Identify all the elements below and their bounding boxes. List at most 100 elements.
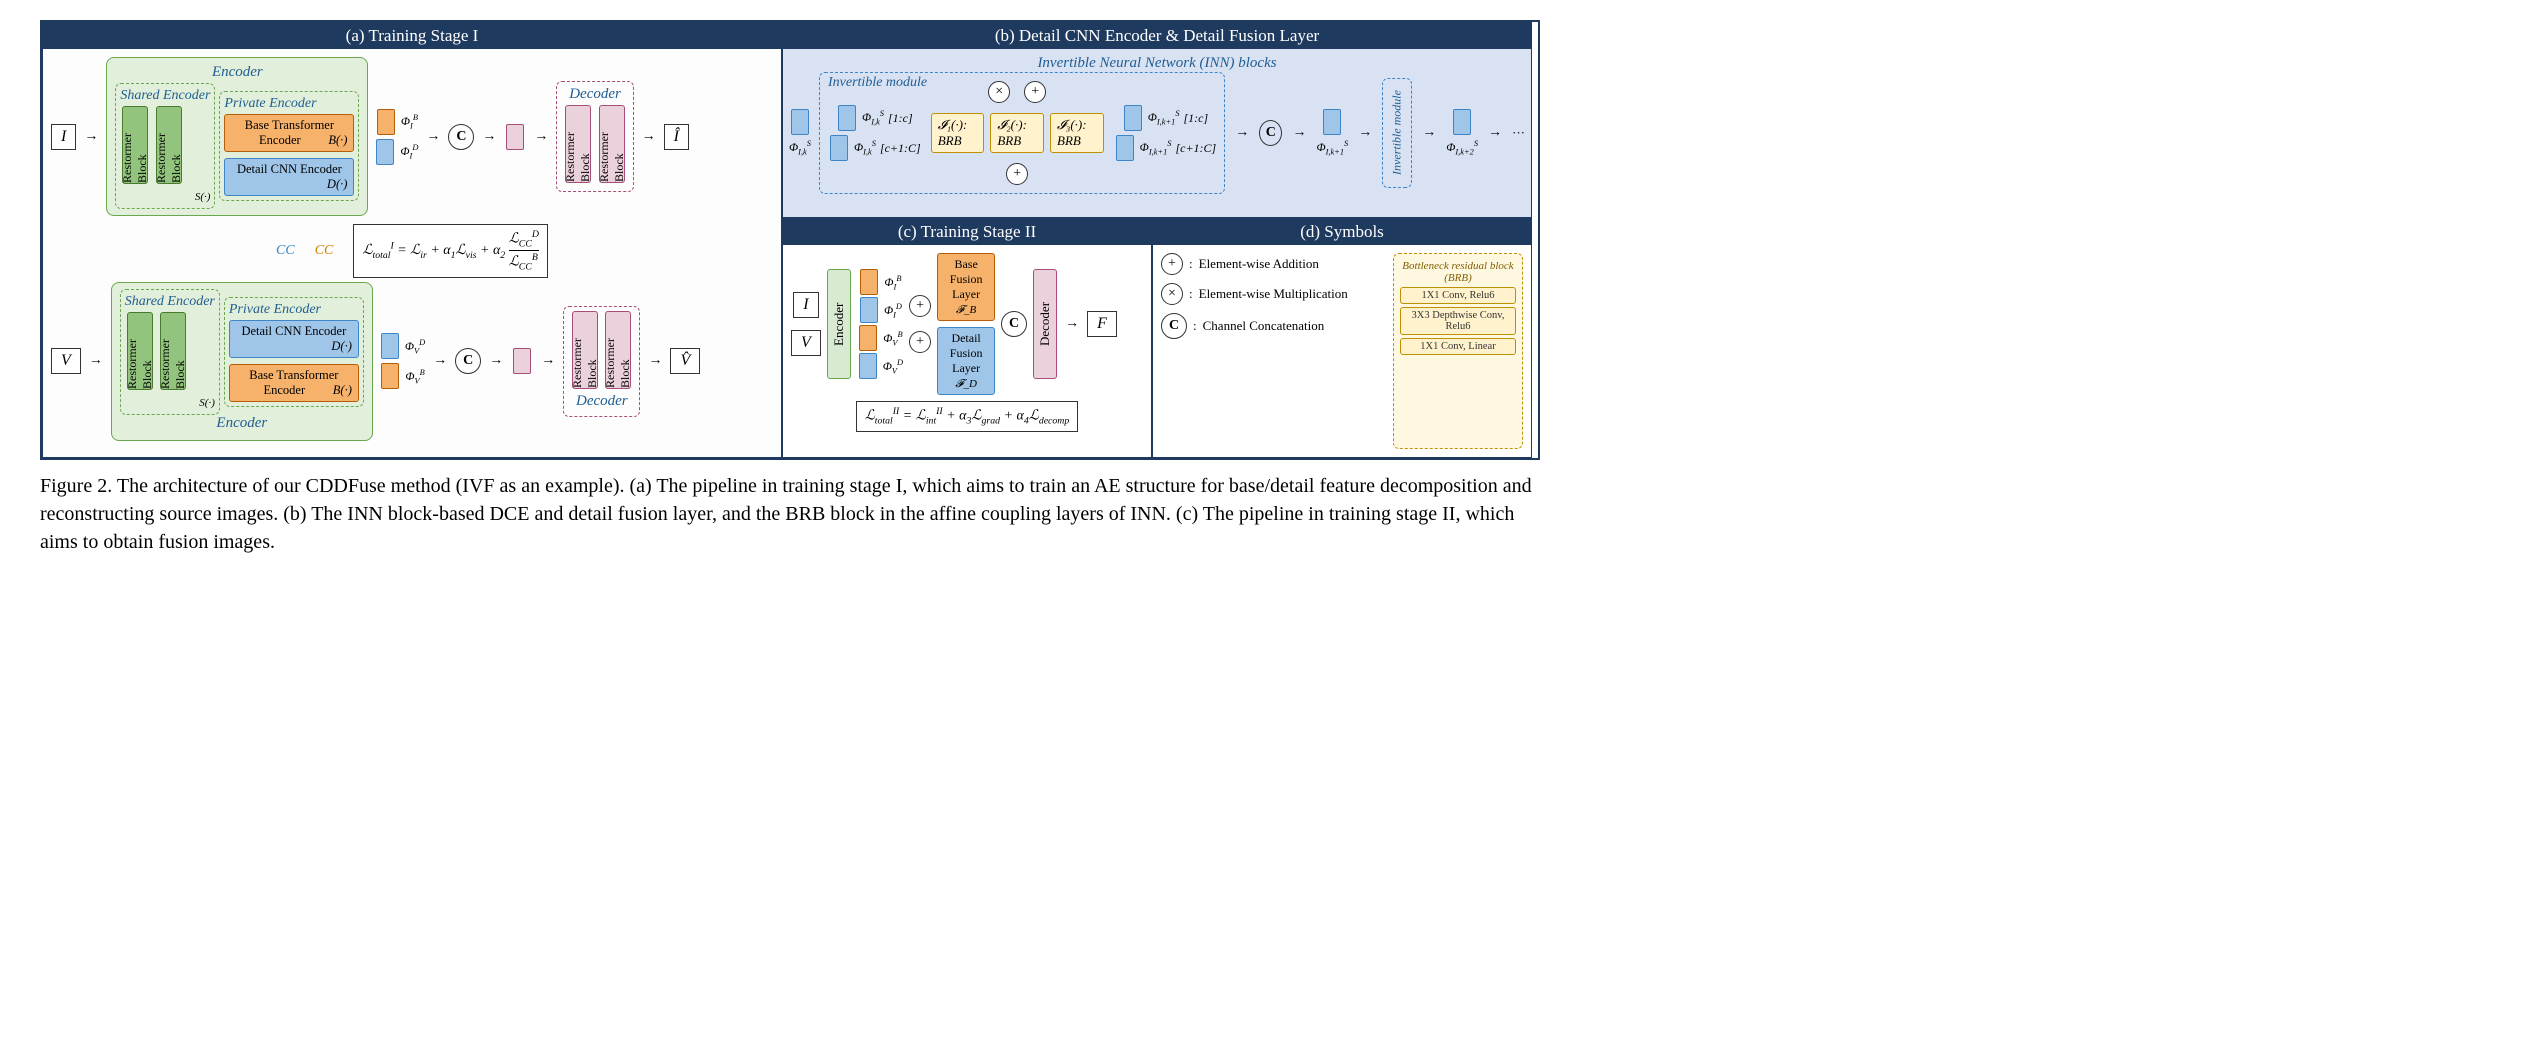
input-V: V — [51, 348, 81, 374]
panel-d: (d) Symbols + : Element-wise Addition × … — [1152, 218, 1532, 458]
figure-caption: Figure 2. The architecture of our CDDFus… — [40, 472, 1540, 556]
phi-D-V: ΦVD — [405, 338, 425, 355]
branch-I: I → Encoder Shared Encoder Restormer Blo… — [51, 57, 773, 216]
arrow-icon: → — [82, 129, 100, 145]
phi-cube — [1323, 109, 1341, 135]
restormer-block: Restormer Block — [160, 312, 186, 390]
panel-a: (a) Training Stage I I → Encoder Shared … — [42, 22, 782, 458]
detail-fusion-label: Detail Fusion Layer — [950, 331, 983, 375]
phi-cube — [1453, 109, 1471, 135]
decoder-I: Decoder Restormer Block Restormer Block — [556, 81, 633, 192]
detail-fn: 𝓕_D — [955, 378, 977, 390]
brb-2: 𝓘₂(·): BRB — [990, 113, 1044, 153]
slice-top: [1:c] — [888, 111, 913, 126]
detail-fusion-layer: Detail Fusion Layer 𝓕_D — [937, 327, 995, 395]
dce-label: Detail CNN Encoder — [241, 324, 346, 338]
phi-bot-out: ΦI,k+1S — [1140, 139, 1172, 156]
private-encoder-label: Private Encoder — [224, 96, 354, 112]
invertible-module-2: Invertible module — [1382, 78, 1412, 188]
add-icon: + — [1006, 163, 1028, 185]
detail-cnn-encoder: Detail CNN Encoder D(·) — [229, 320, 359, 358]
shared-fn: S(·) — [195, 191, 211, 203]
concat-icon: C — [455, 348, 481, 374]
phi-D-V: ΦVD — [883, 358, 903, 375]
input-V: V — [791, 330, 821, 356]
inn-title: Invertible Neural Network (INN) blocks — [789, 55, 1525, 72]
caption-text: The architecture of our CDDFuse method (… — [40, 475, 1532, 553]
slice-bot: [c+1:C] — [880, 141, 921, 156]
panel-c: (c) Training Stage II I V Encoder ΦIB ΦI… — [782, 218, 1152, 458]
panel-a-title: (a) Training Stage I — [43, 23, 781, 49]
decoder-block: Decoder — [1033, 269, 1057, 379]
shared-encoder-label: Shared Encoder — [125, 294, 215, 310]
phi-cube — [513, 348, 531, 374]
restormer-block: Restormer Block — [156, 106, 182, 184]
restormer-block: Restormer Block — [605, 311, 631, 389]
slice-bot: [c+1:C] — [1175, 141, 1216, 156]
arrow-icon: → — [480, 129, 498, 145]
dce-fn: D(·) — [331, 339, 351, 354]
base-fusion-layer: Base Fusion Layer 𝓕_B — [937, 253, 995, 321]
arrow-icon: → — [424, 129, 442, 145]
phi-cube — [376, 139, 394, 165]
phi-D-I: ΦID — [400, 143, 418, 160]
private-encoder-label: Private Encoder — [229, 302, 359, 318]
encoder-label: Encoder — [115, 64, 359, 81]
phi-in: ΦI,kS — [789, 139, 811, 156]
stage2-flow: I V Encoder ΦIB ΦID ΦVB ΦVD + + Base Fus… — [791, 253, 1143, 395]
input-I: I — [51, 124, 76, 150]
brb-1: 𝓘₁(·): BRB — [931, 113, 985, 153]
brb-title: Bottleneck residual block (BRB) — [1400, 260, 1516, 284]
concat-icon: C — [1001, 311, 1027, 337]
brb-layer-2: 3X3 Depthwise Conv, Relu6 — [1400, 307, 1516, 335]
dots: ··· — [1512, 125, 1525, 141]
phi-cube — [860, 297, 878, 323]
private-encoder: Private Encoder Base Transformer Encoder… — [219, 91, 359, 201]
arrow-icon: → — [1233, 125, 1251, 141]
mul-label: Element-wise Multiplication — [1199, 286, 1348, 302]
shared-encoder-label: Shared Encoder — [120, 88, 210, 104]
phi-cube — [838, 105, 856, 131]
arrow-icon: → — [532, 129, 550, 145]
brb-detail: Bottleneck residual block (BRB) 1X1 Conv… — [1393, 253, 1523, 449]
bte-label: Base Transformer Encoder — [249, 368, 338, 397]
arrow-icon: → — [1356, 125, 1374, 141]
phi-cube — [791, 109, 809, 135]
phi-cube — [859, 325, 877, 351]
output-F: F — [1087, 311, 1117, 337]
base-fusion-label: Base Fusion Layer — [950, 257, 983, 301]
restormer-block: Restormer Block — [565, 105, 591, 183]
restormer-block: Restormer Block — [599, 105, 625, 183]
brb-3: 𝓘₃(·): BRB — [1050, 113, 1104, 153]
panel-d-title: (d) Symbols — [1153, 219, 1531, 245]
arrow-icon: → — [640, 129, 658, 145]
inv-module-label: Invertible module — [828, 75, 927, 91]
phi-B-V: ΦVB — [405, 368, 424, 385]
restormer-block: Restormer Block — [572, 311, 598, 389]
concat-icon: C — [448, 124, 474, 150]
slice-top: [1:c] — [1184, 111, 1209, 126]
concat-label: Channel Concatenation — [1203, 318, 1325, 334]
shared-encoder: Shared Encoder Restormer Block Restormer… — [120, 289, 220, 415]
shared-fn: S(·) — [199, 397, 215, 409]
arrow-icon: → — [431, 353, 449, 369]
phi-cube — [377, 109, 395, 135]
concat-icon: C — [1161, 313, 1187, 339]
encoder-V: Shared Encoder Restormer Block Restormer… — [111, 282, 373, 441]
add-icon: + — [909, 295, 931, 317]
arrow-icon: → — [1486, 125, 1504, 141]
base-transformer-encoder: Base Transformer Encoder B(·) — [224, 114, 354, 152]
phi-B-V: ΦVB — [883, 330, 902, 347]
decoder-label: Decoder — [563, 86, 626, 103]
branch-V: V → Shared Encoder Restormer Block Resto… — [51, 282, 773, 441]
phi-cube — [859, 353, 877, 379]
concat-icon: C — [1259, 120, 1282, 146]
phi-bot: ΦI,kS — [854, 139, 876, 156]
dce-fn: D(·) — [327, 177, 347, 192]
restormer-block: Restormer Block — [122, 106, 148, 184]
shared-encoder: Shared Encoder Restormer Block Restormer… — [115, 83, 215, 209]
arrow-icon: → — [1290, 125, 1308, 141]
figure-container: (a) Training Stage I I → Encoder Shared … — [40, 20, 1540, 460]
base-transformer-encoder: Base Transformer Encoder B(·) — [229, 364, 359, 402]
add-icon: + — [1161, 253, 1183, 275]
